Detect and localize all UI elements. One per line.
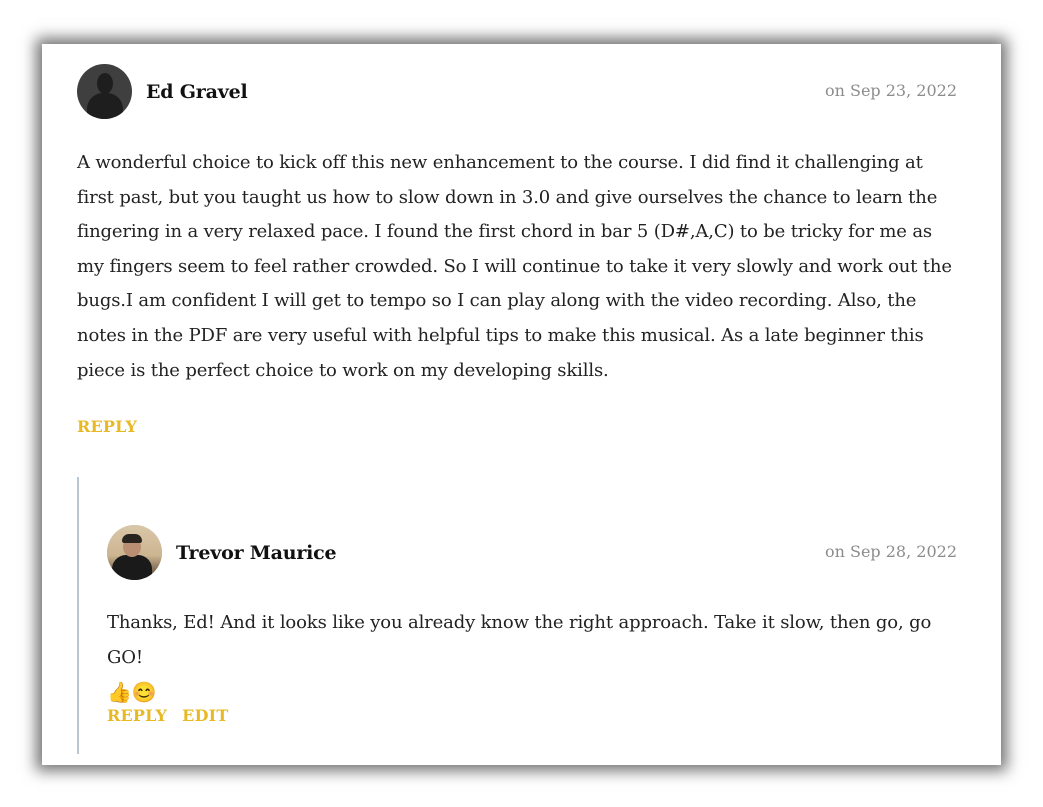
- reply-thread-line: [77, 477, 79, 754]
- comment-header: Ed Gravel: [77, 64, 248, 119]
- user-silhouette-icon: [97, 73, 113, 94]
- comment-actions: REPLY EDIT: [107, 706, 228, 725]
- comment-author[interactable]: Ed Gravel: [146, 81, 248, 103]
- comments-card: Ed Gravel on Sep 23, 2022 A wonderful ch…: [42, 44, 1001, 765]
- reply-button[interactable]: REPLY: [107, 706, 167, 725]
- comment-header: Trevor Maurice: [107, 525, 337, 580]
- comment-author[interactable]: Trevor Maurice: [176, 542, 337, 564]
- comment-body: A wonderful choice to kick off this new …: [77, 152, 952, 381]
- thumbs-up-smile-emoji: 👍😊: [107, 680, 157, 705]
- comment-body-text: Thanks, Ed! And it looks like you alread…: [107, 612, 932, 668]
- reply-button[interactable]: REPLY: [77, 417, 137, 436]
- edit-button[interactable]: EDIT: [182, 706, 228, 725]
- comment-date[interactable]: on Sep 28, 2022: [825, 542, 957, 561]
- avatar: [77, 64, 132, 119]
- comment-date[interactable]: on Sep 23, 2022: [825, 81, 957, 100]
- comment-body: Thanks, Ed! And it looks like you alread…: [107, 606, 959, 712]
- avatar: [107, 525, 162, 580]
- comment-actions: REPLY: [77, 417, 137, 436]
